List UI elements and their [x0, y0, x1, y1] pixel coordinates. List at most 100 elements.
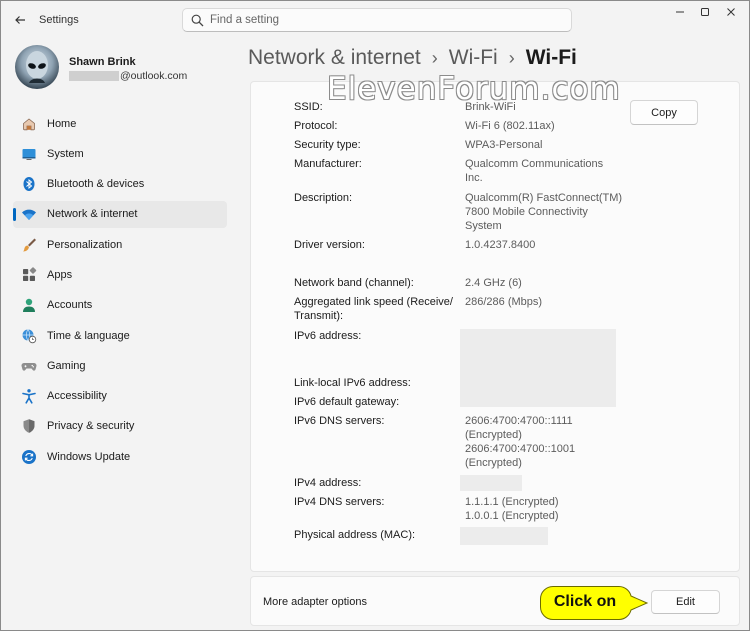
avatar: [15, 45, 59, 89]
link-speed-label: Aggregated link speed (Receive/ Transmit…: [294, 295, 454, 323]
description-value-line: 7800 Mobile Connectivity: [465, 206, 588, 218]
minimize-button[interactable]: [668, 5, 692, 19]
profile-email: @outlook.com: [120, 70, 188, 82]
ipv4-dns-value: 1.1.1.1 (Encrypted) 1.0.0.1 (Encrypted): [465, 495, 625, 523]
maximize-button[interactable]: [693, 5, 717, 19]
band-value: 2.4 GHz (6): [465, 277, 522, 289]
search-box[interactable]: [182, 8, 572, 32]
ipv4-dns-label: IPv4 DNS servers:: [294, 496, 385, 508]
security-value: WPA3-Personal: [465, 139, 543, 151]
sidebar-item-system[interactable]: System: [13, 140, 227, 167]
sidebar-item-label: Privacy & security: [47, 420, 135, 433]
sidebar-item-label: Bluetooth & devices: [47, 178, 145, 191]
wifi-icon: [21, 206, 37, 222]
sidebar-item-gaming[interactable]: Gaming: [13, 352, 227, 379]
breadcrumb-network[interactable]: Network & internet: [248, 46, 421, 70]
search-icon: [191, 14, 204, 26]
user-profile[interactable]: Shawn Brink @outlook.com: [15, 45, 235, 91]
profile-name: Shawn Brink: [69, 56, 136, 68]
band-label: Network band (channel):: [294, 277, 414, 289]
sidebar-item-label: Apps: [47, 268, 73, 281]
manufacturer-value-line: Qualcomm Communications: [465, 158, 604, 170]
sidebar-item-personalization[interactable]: Personalization: [13, 231, 227, 258]
breadcrumb: Network & internet › Wi-Fi › Wi-Fi: [248, 46, 577, 70]
manufacturer-label: Manufacturer:: [294, 158, 362, 170]
sidebar-item-label: Home: [47, 117, 77, 130]
sidebar-item-label: Accessibility: [47, 390, 107, 403]
ssid-label: SSID:: [294, 101, 323, 113]
ipv4-label: IPv4 address:: [294, 477, 362, 489]
sidebar-item-windows-update[interactable]: Windows Update: [13, 443, 227, 470]
manufacturer-value: Qualcomm Communications Inc.: [465, 157, 625, 185]
shield-icon: [21, 418, 37, 434]
sidebar-item-network[interactable]: Network & internet: [13, 200, 227, 228]
ipv6-dns-value: 2606:4700:4700::1111 (Encrypted) 2606:47…: [465, 414, 625, 470]
title-bar: Settings: [1, 1, 749, 39]
minimize-icon: [676, 11, 684, 13]
sidebar-item-accessibility[interactable]: Accessibility: [13, 383, 227, 410]
home-icon: [21, 116, 37, 132]
callout-text: Click on: [553, 593, 617, 610]
accessibility-icon: [21, 388, 37, 404]
protocol-value: Wi-Fi 6 (802.11ax): [465, 120, 555, 132]
ssid-value: Brink-WiFi: [465, 101, 516, 113]
link-local-ipv6-label: Link-local IPv6 address:: [294, 377, 411, 389]
sidebar-item-bluetooth[interactable]: Bluetooth & devices: [13, 171, 227, 198]
ipv4-dns-line: 1.1.1.1 (Encrypted): [465, 496, 559, 508]
link-speed-value: 286/286 (Mbps): [465, 296, 543, 308]
alien-avatar-icon: [26, 51, 48, 83]
ipv6-dns-line: 2606:4700:4700::1111: [465, 415, 573, 427]
apps-icon: [21, 267, 37, 283]
description-value-line: Qualcomm(R) FastConnect(TM): [465, 192, 623, 204]
sidebar-item-home[interactable]: Home: [13, 110, 227, 137]
sidebar-item-apps[interactable]: Apps: [13, 261, 227, 288]
driver-value: 1.0.4237.8400: [465, 239, 536, 251]
bluetooth-icon: [21, 176, 37, 192]
close-button[interactable]: [719, 5, 743, 19]
page-title: Wi-Fi: [525, 46, 577, 69]
wifi-properties-panel: Copy SSID: Brink-WiFi Protocol: Wi-Fi 6 …: [250, 81, 740, 572]
ipv6-dns-line: (Encrypted): [465, 429, 522, 441]
brush-icon: [21, 237, 37, 253]
security-label: Security type:: [294, 139, 361, 151]
manufacturer-value-line: Inc.: [465, 172, 483, 184]
ipv6-label: IPv6 address:: [294, 330, 362, 342]
ipv6-dns-label: IPv6 DNS servers:: [294, 415, 385, 427]
breadcrumb-wifi[interactable]: Wi-Fi: [449, 46, 498, 70]
ipv6-gateway-label: IPv6 default gateway:: [294, 396, 400, 408]
description-value-line: System: [465, 220, 502, 232]
back-button[interactable]: [9, 9, 31, 31]
mac-label: Physical address (MAC):: [294, 529, 416, 541]
sidebar-item-privacy-security[interactable]: Privacy & security: [13, 413, 227, 440]
link-speed-label-line: Aggregated link speed (Receive/: [294, 296, 453, 308]
ipv6-dns-line: 2606:4700:4700::1001: [465, 443, 576, 455]
redacted-ipv4: [460, 475, 522, 491]
sidebar-item-time-language[interactable]: Time & language: [13, 322, 227, 349]
sidebar-item-label: System: [47, 147, 84, 160]
system-icon: [21, 146, 37, 162]
sidebar-item-label: Gaming: [47, 359, 86, 372]
driver-label: Driver version:: [294, 239, 365, 251]
close-icon: [727, 8, 735, 16]
more-adapter-options-card: More adapter options Edit: [250, 576, 740, 626]
description-value: Qualcomm(R) FastConnect(TM) 7800 Mobile …: [465, 191, 625, 233]
settings-window: Settings Shawn Brink: [0, 0, 750, 631]
ipv4-dns-line: 1.0.0.1 (Encrypted): [465, 510, 559, 522]
edit-button[interactable]: Edit: [651, 590, 720, 614]
sidebar-item-label: Personalization: [47, 238, 123, 251]
breadcrumb-separator: ›: [508, 47, 515, 68]
link-speed-label-line: Transmit):: [294, 310, 344, 322]
sidebar-item-label: Network & internet: [47, 208, 138, 221]
accounts-icon: [21, 297, 37, 313]
sidebar-item-label: Accounts: [47, 299, 93, 312]
redacted-ipv6-block: [460, 329, 616, 407]
breadcrumb-separator: ›: [431, 47, 438, 68]
search-input[interactable]: [210, 14, 550, 26]
copy-button[interactable]: Copy: [630, 100, 698, 125]
sidebar-item-accounts[interactable]: Accounts: [13, 292, 227, 319]
sidebar-item-label: Time & language: [47, 329, 130, 342]
description-label: Description:: [294, 192, 353, 204]
click-on-callout: Click on: [539, 585, 649, 621]
redacted-mac: [460, 527, 548, 545]
sidebar-item-label: Windows Update: [47, 450, 131, 463]
